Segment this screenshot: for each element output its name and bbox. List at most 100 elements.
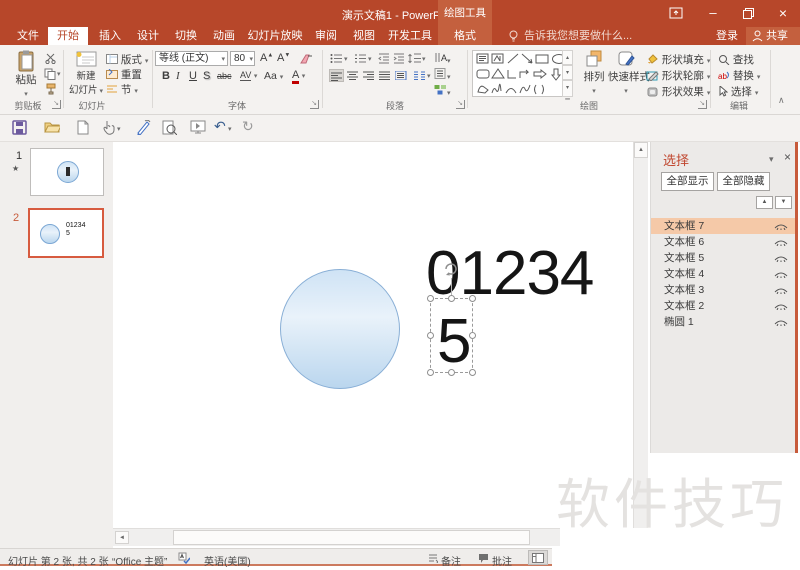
pane-item-textbox7[interactable]: 文本框 7 (651, 218, 796, 234)
clipboard-dialog-launcher[interactable]: ↘ (52, 100, 61, 109)
change-case-button[interactable]: Aa ▾ (264, 70, 283, 82)
undo-icon[interactable]: ↶ (214, 118, 226, 135)
resize-handle-n[interactable] (448, 295, 455, 302)
bullets-icon[interactable] (330, 53, 343, 64)
pane-item-textbox2[interactable]: 文本框 2 (651, 298, 796, 314)
text-direction-button[interactable]: A▾ (434, 52, 451, 66)
layout-button[interactable]: 版式 ▾ (106, 52, 148, 67)
spell-check-icon[interactable] (178, 552, 190, 564)
shape-effects-button[interactable]: 形状效果 ▾ (646, 84, 710, 99)
save-icon[interactable] (12, 120, 27, 135)
font-dialog-launcher[interactable]: ↘ (310, 100, 319, 109)
hide-all-button[interactable]: 全部隐藏 (717, 172, 770, 191)
align-right-button[interactable] (362, 69, 377, 82)
resize-handle-ne[interactable] (469, 295, 476, 302)
line-spacing-icon[interactable] (408, 53, 421, 64)
touch-mouse-mode-icon[interactable] (102, 120, 115, 135)
italic-button[interactable]: I (176, 70, 180, 82)
find-button[interactable]: 查找 (718, 52, 754, 67)
eye-icon[interactable] (761, 238, 788, 246)
reorder-down-button[interactable]: ▼ (775, 196, 792, 209)
format-painter-icon[interactable] (45, 83, 57, 95)
distribute-button[interactable] (394, 69, 409, 82)
align-left-button[interactable] (329, 69, 344, 82)
shapes-more-button[interactable]: ▾▔ (562, 80, 573, 97)
font-color-button[interactable]: A ▾ (292, 69, 305, 81)
shape-outline-button[interactable]: 形状轮廓 ▾ (646, 68, 710, 83)
shapes-scroll-down[interactable]: ▾ (562, 65, 573, 80)
underline-button[interactable]: U (189, 70, 197, 82)
shape-fill-button[interactable]: 形状填充 ▾ (646, 52, 710, 67)
scroll-left-button[interactable]: ◄ (115, 531, 129, 544)
dropdown-arrow[interactable]: ▾ (228, 125, 232, 133)
align-center-button[interactable] (346, 69, 361, 82)
minimize-button[interactable]: – (705, 6, 721, 21)
resize-handle-sw[interactable] (427, 369, 434, 376)
copy-icon[interactable] (44, 68, 56, 80)
pane-item-textbox3[interactable]: 文本框 3 (651, 282, 796, 298)
tab-animations[interactable]: 动画 (206, 27, 242, 45)
font-size-combo[interactable]: 80▾ (230, 51, 255, 66)
comments-icon[interactable] (478, 553, 489, 563)
new-document-icon[interactable] (77, 120, 89, 135)
redo-icon[interactable]: ↻ (242, 118, 254, 135)
slide1-thumbnail[interactable] (30, 148, 104, 196)
notes-button[interactable]: 备注 (441, 553, 461, 568)
paste-button[interactable]: 粘贴▾ (8, 50, 44, 99)
columns-icon[interactable] (414, 71, 426, 80)
eye-icon[interactable] (761, 318, 788, 326)
tab-insert[interactable]: 插入 (92, 27, 128, 45)
sign-in-button[interactable]: 登录 (716, 27, 738, 45)
increase-indent-icon[interactable] (393, 53, 405, 64)
tab-developer[interactable]: 开发工具 (384, 27, 436, 45)
tab-format[interactable]: 格式 (438, 27, 492, 45)
eye-icon[interactable] (761, 302, 788, 310)
convert-to-smartart-button[interactable]: ▾ (434, 84, 451, 98)
scroll-up-button[interactable]: ▲ (634, 142, 648, 158)
notes-icon[interactable] (428, 553, 438, 563)
shapes-gallery[interactable] (472, 50, 573, 97)
print-preview-icon[interactable] (162, 120, 177, 135)
theme-name[interactable]: “Office 主题” (112, 553, 167, 568)
cut-icon[interactable] (45, 53, 56, 64)
horizontal-scrollbar[interactable]: ◄ (113, 528, 560, 546)
collapse-ribbon-icon[interactable]: ∧ (778, 95, 785, 106)
eye-icon[interactable] (761, 254, 788, 262)
start-slideshow-icon[interactable] (190, 120, 206, 134)
draw-pen-icon[interactable] (136, 120, 151, 135)
arrange-button[interactable]: 排列▾ (580, 50, 608, 96)
grow-font-button[interactable]: A▲ (260, 52, 273, 64)
resize-handle-s[interactable] (448, 369, 455, 376)
pane-item-textbox6[interactable]: 文本框 6 (651, 234, 796, 250)
tellme-box[interactable]: 告诉我您想要做什么... (524, 27, 632, 45)
decrease-indent-icon[interactable] (378, 53, 390, 64)
ribbon-display-options-icon[interactable] (668, 6, 684, 21)
rotation-handle-icon[interactable] (443, 261, 459, 277)
shapes-scroll-up[interactable]: ▴ (562, 50, 573, 65)
dropdown-arrow[interactable]: ▾ (117, 125, 121, 133)
textbox-selection-outline[interactable] (430, 298, 473, 373)
numbering-icon[interactable] (354, 53, 367, 64)
eye-icon[interactable] (761, 222, 788, 230)
pane-item-textbox4[interactable]: 文本框 4 (651, 266, 796, 282)
tab-view[interactable]: 视图 (346, 27, 382, 45)
tab-review[interactable]: 审阅 (308, 27, 344, 45)
tab-design[interactable]: 设计 (130, 27, 166, 45)
eye-icon[interactable] (761, 286, 788, 294)
resize-handle-se[interactable] (469, 369, 476, 376)
text-shadow-button[interactable]: S (203, 70, 210, 82)
comments-button[interactable]: 批注 (492, 553, 512, 568)
strikethrough-button[interactable]: abc (217, 71, 232, 81)
font-name-combo[interactable]: 等线 (正文)▾ (155, 51, 228, 66)
resize-handle-e[interactable] (469, 332, 476, 339)
justify-button[interactable] (378, 69, 393, 82)
pane-item-oval1[interactable]: 椭圆 1 (651, 314, 796, 330)
resize-handle-w[interactable] (427, 332, 434, 339)
shrink-font-button[interactable]: A▼ (277, 52, 290, 64)
character-spacing-button[interactable]: AV ▾ (240, 70, 257, 80)
bold-button[interactable]: B (162, 70, 170, 82)
ellipse-shape[interactable] (280, 269, 400, 389)
close-button[interactable]: × (775, 6, 791, 21)
clear-formatting-icon[interactable] (299, 53, 313, 65)
reorder-up-button[interactable]: ▲ (756, 196, 773, 209)
